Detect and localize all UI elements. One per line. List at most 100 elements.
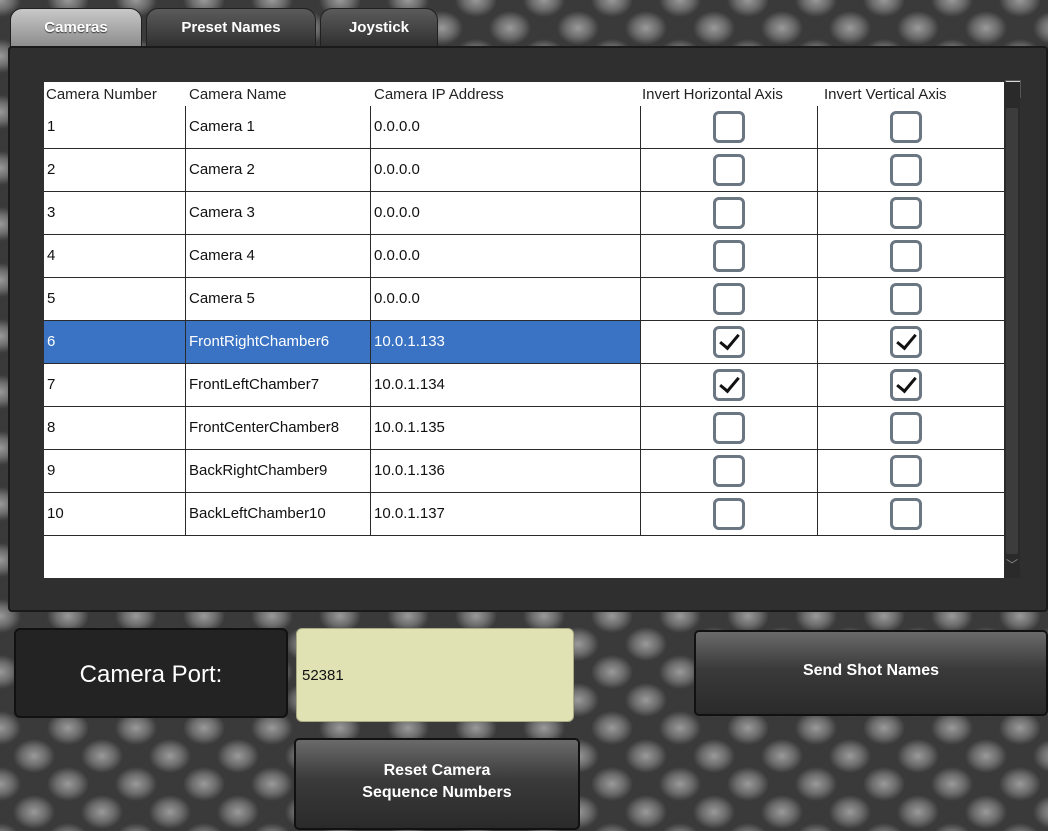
invert-vertical-cell[interactable] [818, 192, 1004, 234]
invert-vertical-checkbox[interactable] [890, 326, 922, 358]
camera-port-input[interactable]: 52381 [296, 628, 574, 722]
table-row[interactable]: 6 FrontRightChamber6 10.0.1.133 [44, 321, 1004, 364]
camera-table: Camera Number Camera Name Camera IP Addr… [44, 82, 1004, 578]
camera-ip-cell[interactable]: 10.0.1.133 [371, 321, 641, 363]
invert-vertical-checkbox[interactable] [890, 455, 922, 487]
invert-vertical-cell[interactable] [818, 493, 1004, 535]
camera-number-cell[interactable]: 9 [44, 450, 186, 492]
camera-ip-cell[interactable]: 10.0.1.137 [371, 493, 641, 535]
table-row[interactable]: 9 BackRightChamber9 10.0.1.136 [44, 450, 1004, 493]
camera-name-cell[interactable]: FrontCenterChamber8 [186, 407, 371, 449]
camera-ip-cell[interactable]: 0.0.0.0 [371, 106, 641, 148]
header-camera-ip[interactable]: Camera IP Address [374, 86, 504, 103]
camera-ip-cell[interactable]: 0.0.0.0 [371, 192, 641, 234]
invert-horizontal-cell[interactable] [641, 149, 818, 191]
header-camera-number[interactable]: Camera Number [46, 86, 157, 103]
invert-horizontal-cell[interactable] [641, 493, 818, 535]
invert-horizontal-checkbox[interactable] [713, 455, 745, 487]
invert-vertical-checkbox[interactable] [890, 197, 922, 229]
invert-vertical-cell[interactable] [818, 278, 1004, 320]
reset-button-line2: Sequence Numbers [362, 784, 512, 801]
camera-ip-cell[interactable]: 0.0.0.0 [371, 235, 641, 277]
table-header: Camera Number Camera Name Camera IP Addr… [44, 82, 1004, 107]
camera-number-cell[interactable]: 3 [44, 192, 186, 234]
invert-horizontal-cell[interactable] [641, 450, 818, 492]
camera-name-cell[interactable]: FrontRightChamber6 [186, 321, 371, 363]
camera-name-cell[interactable]: BackRightChamber9 [186, 450, 371, 492]
invert-vertical-checkbox[interactable] [890, 498, 922, 530]
camera-ip-cell[interactable]: 0.0.0.0 [371, 278, 641, 320]
camera-name-cell[interactable]: Camera 3 [186, 192, 371, 234]
invert-vertical-cell[interactable] [818, 364, 1004, 406]
invert-horizontal-cell[interactable] [641, 321, 818, 363]
camera-number-cell[interactable]: 2 [44, 149, 186, 191]
camera-ip-cell[interactable]: 10.0.1.136 [371, 450, 641, 492]
invert-horizontal-checkbox[interactable] [713, 498, 745, 530]
invert-vertical-cell[interactable] [818, 321, 1004, 363]
camera-number-cell[interactable]: 7 [44, 364, 186, 406]
table-row[interactable]: 8 FrontCenterChamber8 10.0.1.135 [44, 407, 1004, 450]
invert-vertical-checkbox[interactable] [890, 111, 922, 143]
camera-number-cell[interactable]: 5 [44, 278, 186, 320]
send-shot-names-button[interactable]: Send Shot Names [694, 630, 1048, 716]
camera-name-cell[interactable]: Camera 4 [186, 235, 371, 277]
camera-port-label: Camera Port: [14, 628, 288, 718]
camera-name-cell[interactable]: Camera 5 [186, 278, 371, 320]
camera-name-cell[interactable]: Camera 2 [186, 149, 371, 191]
header-camera-name[interactable]: Camera Name [189, 86, 287, 103]
invert-horizontal-checkbox[interactable] [713, 111, 745, 143]
invert-vertical-cell[interactable] [818, 106, 1004, 148]
invert-horizontal-cell[interactable] [641, 106, 818, 148]
header-invert-horizontal[interactable]: Invert Horizontal Axis [642, 86, 783, 103]
header-invert-vertical[interactable]: Invert Vertical Axis [824, 86, 947, 103]
scrollbar-thumb[interactable] [1006, 108, 1018, 554]
tab-bar: Cameras Preset Names Joystick [0, 0, 1048, 50]
camera-ip-cell[interactable]: 10.0.1.135 [371, 407, 641, 449]
table-row[interactable]: 10 BackLeftChamber10 10.0.1.137 [44, 493, 1004, 536]
invert-vertical-checkbox[interactable] [890, 369, 922, 401]
invert-horizontal-checkbox[interactable] [713, 326, 745, 358]
camera-ip-cell[interactable]: 10.0.1.134 [371, 364, 641, 406]
camera-name-cell[interactable]: FrontLeftChamber7 [186, 364, 371, 406]
invert-vertical-cell[interactable] [818, 149, 1004, 191]
table-row[interactable]: 3 Camera 3 0.0.0.0 [44, 192, 1004, 235]
reset-camera-sequence-button[interactable]: Reset Camera Sequence Numbers [294, 738, 580, 830]
camera-name-cell[interactable]: BackLeftChamber10 [186, 493, 371, 535]
invert-vertical-checkbox[interactable] [890, 283, 922, 315]
invert-vertical-cell[interactable] [818, 407, 1004, 449]
invert-horizontal-checkbox[interactable] [713, 412, 745, 444]
invert-horizontal-cell[interactable] [641, 192, 818, 234]
invert-vertical-checkbox[interactable] [890, 240, 922, 272]
table-row[interactable]: 7 FrontLeftChamber7 10.0.1.134 [44, 364, 1004, 407]
table-row[interactable]: 5 Camera 5 0.0.0.0 [44, 278, 1004, 321]
invert-horizontal-checkbox[interactable] [713, 154, 745, 186]
invert-horizontal-cell[interactable] [641, 364, 818, 406]
camera-ip-cell[interactable]: 0.0.0.0 [371, 149, 641, 191]
table-row[interactable]: 1 Camera 1 0.0.0.0 [44, 106, 1004, 149]
invert-horizontal-checkbox[interactable] [713, 283, 745, 315]
invert-horizontal-checkbox[interactable] [713, 240, 745, 272]
tab-cameras[interactable]: Cameras [10, 8, 142, 48]
invert-horizontal-cell[interactable] [641, 278, 818, 320]
invert-vertical-cell[interactable] [818, 450, 1004, 492]
table-row[interactable]: 2 Camera 2 0.0.0.0 [44, 149, 1004, 192]
invert-horizontal-cell[interactable] [641, 407, 818, 449]
camera-number-cell[interactable]: 1 [44, 106, 186, 148]
invert-horizontal-checkbox[interactable] [713, 197, 745, 229]
invert-vertical-cell[interactable] [818, 235, 1004, 277]
scroll-down-icon[interactable]: ﹀ [1004, 556, 1020, 574]
tab-joystick[interactable]: Joystick [320, 8, 438, 48]
camera-name-cell[interactable]: Camera 1 [186, 106, 371, 148]
table-row[interactable]: 4 Camera 4 0.0.0.0 [44, 235, 1004, 278]
camera-number-cell[interactable]: 6 [44, 321, 186, 363]
tab-preset-names[interactable]: Preset Names [146, 8, 316, 48]
camera-number-cell[interactable]: 4 [44, 235, 186, 277]
invert-vertical-checkbox[interactable] [890, 412, 922, 444]
camera-number-cell[interactable]: 8 [44, 407, 186, 449]
vertical-scrollbar[interactable]: ︿ ﹀ [1004, 82, 1020, 578]
invert-vertical-checkbox[interactable] [890, 154, 922, 186]
camera-number-cell[interactable]: 10 [44, 493, 186, 535]
invert-horizontal-checkbox[interactable] [713, 369, 745, 401]
invert-horizontal-cell[interactable] [641, 235, 818, 277]
reset-button-line1: Reset Camera [383, 762, 491, 779]
